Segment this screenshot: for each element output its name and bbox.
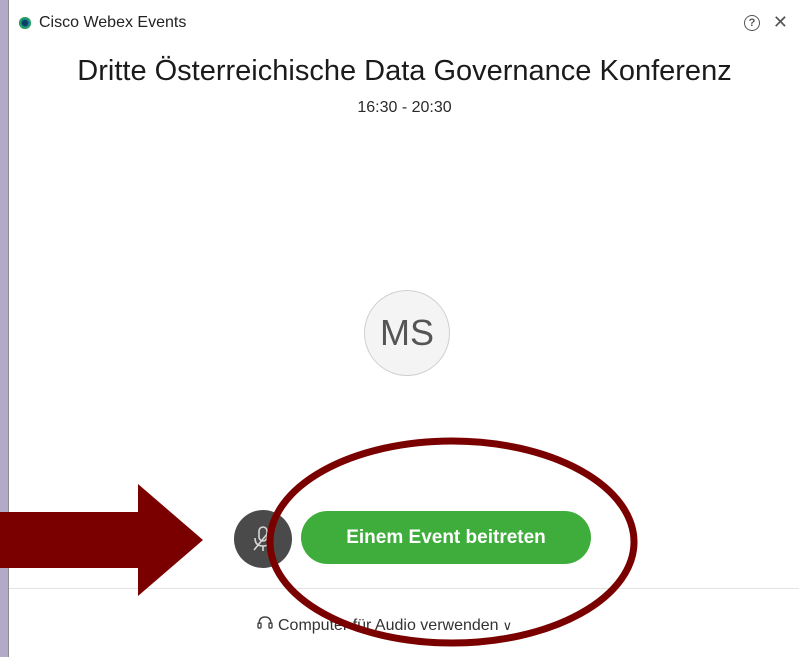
app-logo-icon xyxy=(19,17,31,29)
microphone-button[interactable] xyxy=(234,510,292,568)
event-title: Dritte Österreichische Data Governance K… xyxy=(77,55,732,87)
join-event-button[interactable]: Einem Event beitreten xyxy=(301,511,591,564)
audio-option-label: Computer für Audio verwenden xyxy=(278,617,499,634)
audio-option-dropdown[interactable]: Computer für Audio verwenden ∨ xyxy=(256,614,512,635)
avatar: MS xyxy=(364,290,450,376)
arrow-shape xyxy=(0,484,203,596)
close-icon[interactable]: ✕ xyxy=(773,12,788,32)
app-title: Cisco Webex Events xyxy=(39,14,187,31)
chevron-down-icon: ∨ xyxy=(502,618,513,633)
event-time: 16:30 - 20:30 xyxy=(357,99,452,116)
microphone-icon xyxy=(253,526,273,551)
title-bar: Cisco Webex Events ? ✕ xyxy=(9,0,799,48)
headset-icon xyxy=(257,616,273,629)
arrow-annotation xyxy=(0,484,203,596)
help-icon[interactable]: ? xyxy=(744,15,760,31)
